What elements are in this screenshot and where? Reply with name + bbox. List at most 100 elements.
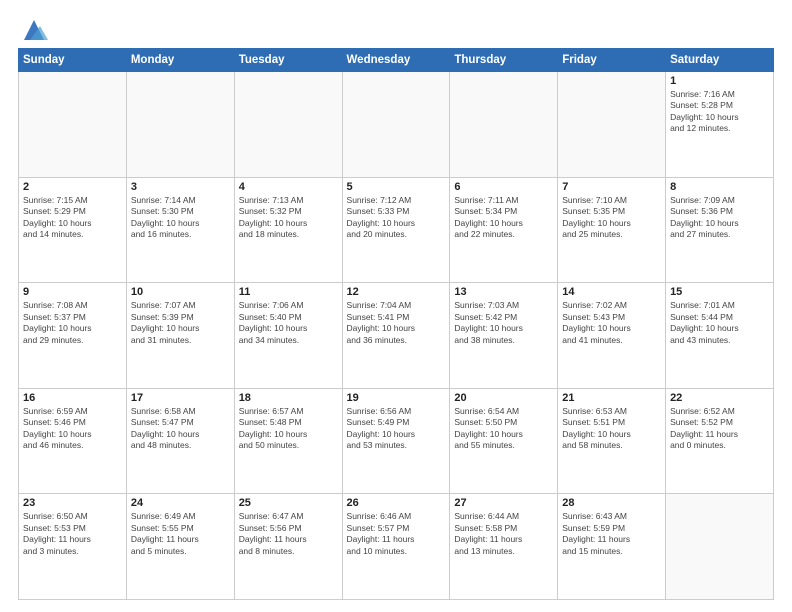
weekday-header-wednesday: Wednesday [342, 49, 450, 72]
calendar-week-row: 16 Sunrise: 6:59 AM Sunset: 5:46 PM Dayli… [19, 388, 774, 494]
calendar-cell: 12 Sunrise: 7:04 AM Sunset: 5:41 PM Dayli… [342, 283, 450, 389]
day-number: 25 [239, 497, 338, 509]
day-info: Sunrise: 6:52 AM Sunset: 5:52 PM Dayligh… [670, 406, 769, 452]
day-info: Sunrise: 6:46 AM Sunset: 5:57 PM Dayligh… [347, 511, 446, 557]
day-info: Sunrise: 7:02 AM Sunset: 5:43 PM Dayligh… [562, 300, 661, 346]
day-info: Sunrise: 7:09 AM Sunset: 5:36 PM Dayligh… [670, 195, 769, 241]
calendar-cell: 20 Sunrise: 6:54 AM Sunset: 5:50 PM Dayli… [450, 388, 558, 494]
weekday-header-friday: Friday [558, 49, 666, 72]
day-info: Sunrise: 7:13 AM Sunset: 5:32 PM Dayligh… [239, 195, 338, 241]
day-number: 20 [454, 392, 553, 404]
day-number: 11 [239, 286, 338, 298]
day-info: Sunrise: 6:50 AM Sunset: 5:53 PM Dayligh… [23, 511, 122, 557]
day-info: Sunrise: 7:12 AM Sunset: 5:33 PM Dayligh… [347, 195, 446, 241]
calendar-cell [234, 72, 342, 178]
calendar-cell: 6 Sunrise: 7:11 AM Sunset: 5:34 PM Daylig… [450, 177, 558, 283]
calendar-cell: 22 Sunrise: 6:52 AM Sunset: 5:52 PM Dayli… [666, 388, 774, 494]
day-number: 16 [23, 392, 122, 404]
day-number: 7 [562, 181, 661, 193]
day-number: 6 [454, 181, 553, 193]
day-number: 9 [23, 286, 122, 298]
day-info: Sunrise: 7:03 AM Sunset: 5:42 PM Dayligh… [454, 300, 553, 346]
calendar-cell: 21Sunrise: 6:53 AM Sunset: 5:51 PM Dayli… [558, 388, 666, 494]
calendar-cell: 25 Sunrise: 6:47 AM Sunset: 5:56 PM Dayli… [234, 494, 342, 600]
day-number: 21 [562, 392, 661, 404]
calendar-cell: 17 Sunrise: 6:58 AM Sunset: 5:47 PM Dayli… [126, 388, 234, 494]
calendar-cell: 28 Sunrise: 6:43 AM Sunset: 5:59 PM Dayli… [558, 494, 666, 600]
calendar-cell: 1 Sunrise: 7:16 AM Sunset: 5:28 PM Daylig… [666, 72, 774, 178]
calendar-cell: 11 Sunrise: 7:06 AM Sunset: 5:40 PM Dayli… [234, 283, 342, 389]
calendar-cell: 18Sunrise: 6:57 AM Sunset: 5:48 PM Dayli… [234, 388, 342, 494]
day-number: 12 [347, 286, 446, 298]
calendar-cell: 14 Sunrise: 7:02 AM Sunset: 5:43 PM Dayli… [558, 283, 666, 389]
calendar-cell: 7 Sunrise: 7:10 AM Sunset: 5:35 PM Daylig… [558, 177, 666, 283]
day-number: 22 [670, 392, 769, 404]
day-info: Sunrise: 6:58 AM Sunset: 5:47 PM Dayligh… [131, 406, 230, 452]
day-number: 27 [454, 497, 553, 509]
calendar-cell [558, 72, 666, 178]
logo [18, 16, 48, 40]
day-number: 14 [562, 286, 661, 298]
day-number: 3 [131, 181, 230, 193]
calendar-cell [19, 72, 127, 178]
day-info: Sunrise: 6:47 AM Sunset: 5:56 PM Dayligh… [239, 511, 338, 557]
calendar-cell: 4 Sunrise: 7:13 AM Sunset: 5:32 PM Daylig… [234, 177, 342, 283]
calendar-cell: 10 Sunrise: 7:07 AM Sunset: 5:39 PM Dayli… [126, 283, 234, 389]
day-number: 19 [347, 392, 446, 404]
calendar-cell [342, 72, 450, 178]
calendar-week-row: 1 Sunrise: 7:16 AM Sunset: 5:28 PM Daylig… [19, 72, 774, 178]
day-info: Sunrise: 7:15 AM Sunset: 5:29 PM Dayligh… [23, 195, 122, 241]
day-info: Sunrise: 6:43 AM Sunset: 5:59 PM Dayligh… [562, 511, 661, 557]
header [18, 16, 774, 40]
day-number: 4 [239, 181, 338, 193]
day-info: Sunrise: 7:01 AM Sunset: 5:44 PM Dayligh… [670, 300, 769, 346]
calendar-table: SundayMondayTuesdayWednesdayThursdayFrid… [18, 48, 774, 600]
calendar-header-row: SundayMondayTuesdayWednesdayThursdayFrid… [19, 49, 774, 72]
calendar-cell [450, 72, 558, 178]
calendar-cell: 2 Sunrise: 7:15 AM Sunset: 5:29 PM Daylig… [19, 177, 127, 283]
logo-icon [20, 16, 48, 44]
day-number: 13 [454, 286, 553, 298]
calendar-week-row: 2 Sunrise: 7:15 AM Sunset: 5:29 PM Daylig… [19, 177, 774, 283]
day-number: 8 [670, 181, 769, 193]
calendar-week-row: 23 Sunrise: 6:50 AM Sunset: 5:53 PM Dayli… [19, 494, 774, 600]
day-info: Sunrise: 7:07 AM Sunset: 5:39 PM Dayligh… [131, 300, 230, 346]
page: SundayMondayTuesdayWednesdayThursdayFrid… [0, 0, 792, 612]
day-info: Sunrise: 7:06 AM Sunset: 5:40 PM Dayligh… [239, 300, 338, 346]
day-number: 2 [23, 181, 122, 193]
day-number: 28 [562, 497, 661, 509]
calendar-cell: 16 Sunrise: 6:59 AM Sunset: 5:46 PM Dayli… [19, 388, 127, 494]
day-info: Sunrise: 7:04 AM Sunset: 5:41 PM Dayligh… [347, 300, 446, 346]
calendar-cell: 3 Sunrise: 7:14 AM Sunset: 5:30 PM Daylig… [126, 177, 234, 283]
calendar-cell [126, 72, 234, 178]
calendar-cell: 15 Sunrise: 7:01 AM Sunset: 5:44 PM Dayli… [666, 283, 774, 389]
day-info: Sunrise: 6:56 AM Sunset: 5:49 PM Dayligh… [347, 406, 446, 452]
calendar-cell: 8 Sunrise: 7:09 AM Sunset: 5:36 PM Daylig… [666, 177, 774, 283]
day-info: Sunrise: 7:14 AM Sunset: 5:30 PM Dayligh… [131, 195, 230, 241]
day-info: Sunrise: 7:11 AM Sunset: 5:34 PM Dayligh… [454, 195, 553, 241]
calendar-cell: 24Sunrise: 6:49 AM Sunset: 5:55 PM Dayli… [126, 494, 234, 600]
day-info: Sunrise: 6:59 AM Sunset: 5:46 PM Dayligh… [23, 406, 122, 452]
day-number: 1 [670, 75, 769, 87]
day-number: 5 [347, 181, 446, 193]
weekday-header-saturday: Saturday [666, 49, 774, 72]
day-info: Sunrise: 7:10 AM Sunset: 5:35 PM Dayligh… [562, 195, 661, 241]
day-number: 15 [670, 286, 769, 298]
weekday-header-monday: Monday [126, 49, 234, 72]
day-info: Sunrise: 6:49 AM Sunset: 5:55 PM Dayligh… [131, 511, 230, 557]
calendar-cell: 19 Sunrise: 6:56 AM Sunset: 5:49 PM Dayli… [342, 388, 450, 494]
calendar-cell: 26 Sunrise: 6:46 AM Sunset: 5:57 PM Dayli… [342, 494, 450, 600]
calendar-cell: 5 Sunrise: 7:12 AM Sunset: 5:33 PM Daylig… [342, 177, 450, 283]
day-info: Sunrise: 6:57 AM Sunset: 5:48 PM Dayligh… [239, 406, 338, 452]
calendar-cell [666, 494, 774, 600]
day-number: 17 [131, 392, 230, 404]
day-info: Sunrise: 6:44 AM Sunset: 5:58 PM Dayligh… [454, 511, 553, 557]
day-number: 23 [23, 497, 122, 509]
day-info: Sunrise: 6:54 AM Sunset: 5:50 PM Dayligh… [454, 406, 553, 452]
day-number: 10 [131, 286, 230, 298]
day-number: 26 [347, 497, 446, 509]
day-info: Sunrise: 7:08 AM Sunset: 5:37 PM Dayligh… [23, 300, 122, 346]
calendar-cell: 9 Sunrise: 7:08 AM Sunset: 5:37 PM Daylig… [19, 283, 127, 389]
calendar-week-row: 9 Sunrise: 7:08 AM Sunset: 5:37 PM Daylig… [19, 283, 774, 389]
day-info: Sunrise: 7:16 AM Sunset: 5:28 PM Dayligh… [670, 89, 769, 135]
